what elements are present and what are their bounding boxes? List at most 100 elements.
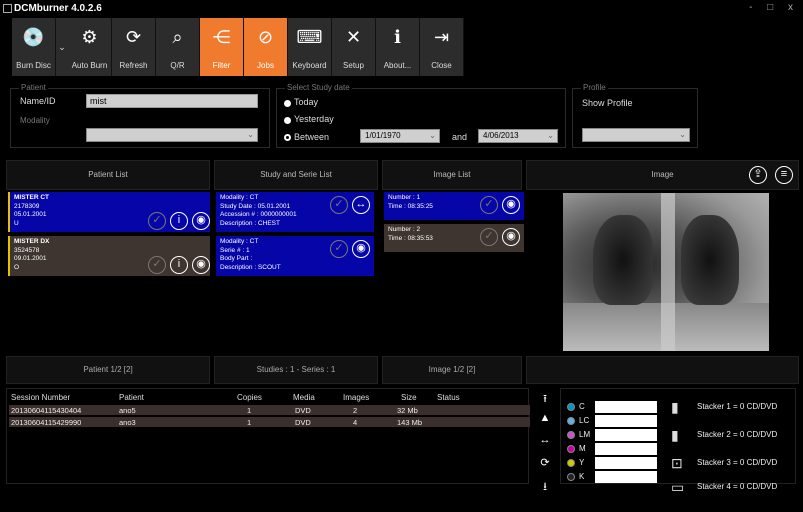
patient-cell: ano3	[119, 418, 136, 427]
filter-button[interactable]: ⋲ Filter	[200, 18, 244, 76]
eye-icon[interactable]: ◉	[192, 256, 210, 274]
date-from-value: 1/01/1970	[365, 131, 401, 140]
chevron-down-icon: ⌄	[429, 131, 436, 140]
toolbar-button-label: Jobs	[257, 61, 274, 70]
move-top-icon[interactable]: ⭱	[536, 390, 554, 409]
disc-icon: 💿	[22, 27, 45, 47]
toolbar-button-label: Burn Disc	[16, 61, 51, 70]
window-controls[interactable]: - □ x	[749, 2, 799, 13]
stacker-status: Stacker 4 = 0 CD/DVD	[697, 482, 778, 491]
close-button[interactable]: ⇥ Close	[420, 18, 464, 76]
eye-icon[interactable]: ◉	[352, 240, 370, 258]
check-icon[interactable]: ✓	[330, 240, 348, 258]
column-header[interactable]: Copies	[237, 393, 262, 402]
ink-m-icon	[567, 445, 575, 453]
show-profile-label[interactable]: Show Profile	[582, 98, 633, 108]
column-header[interactable]: Media	[293, 393, 315, 402]
stacker-icon: ⊡	[671, 455, 683, 471]
about-button[interactable]: ℹ About...	[376, 18, 420, 76]
info-icon[interactable]: i	[170, 212, 188, 230]
check-icon[interactable]: ✓	[330, 196, 348, 214]
table-row[interactable]: 20130604115429990 ano3 1 DVD 4 143 Mb	[9, 417, 530, 427]
filter-icon: ⋲	[212, 27, 231, 47]
jobs-button[interactable]: ⊘ Jobs	[244, 18, 288, 76]
date-from-select[interactable]: 1/01/1970 ⌄	[360, 129, 440, 143]
swap-icon[interactable]: ↔	[536, 434, 554, 446]
jobs-table: Session Number Patient Copies Media Imag…	[6, 388, 530, 484]
eye-icon[interactable]: ◉	[192, 212, 210, 230]
modality-select[interactable]: ⌄	[86, 128, 258, 142]
move-down-icon[interactable]: ⭳	[536, 478, 554, 497]
column-header[interactable]: Images	[343, 393, 369, 402]
check-icon[interactable]: ✓	[480, 228, 498, 246]
session-cell: 20130604115430404	[11, 406, 82, 415]
check-icon[interactable]: ✓	[480, 196, 498, 214]
eye-icon[interactable]: ◉	[502, 228, 520, 246]
keyboard-button[interactable]: ⌨ Keyboard	[288, 18, 332, 76]
and-label: and	[452, 132, 468, 142]
session-cell: 20130604115429990	[11, 418, 82, 427]
study-card[interactable]: Modality : CT Study Date : 05.01.2001 Ac…	[216, 192, 374, 232]
ink-level-bar	[595, 415, 657, 427]
radio-today[interactable]	[284, 100, 291, 107]
retry-icon[interactable]: ⟳	[536, 456, 554, 469]
patient-card[interactable]: MISTER CT 2178309 05.01.2001 U ✓ i ◉	[8, 192, 210, 232]
xray-image-preview[interactable]	[563, 193, 769, 351]
refresh-button[interactable]: ⟳ Refresh	[112, 18, 156, 76]
check-icon[interactable]: ✓	[148, 212, 166, 230]
ink-y-icon	[567, 459, 575, 467]
copies-cell: 1	[247, 406, 252, 415]
size-cell: 143 Mb	[397, 418, 423, 427]
check-icon[interactable]: ✓	[148, 256, 166, 274]
image-number: Number : 1	[388, 194, 421, 201]
eye-icon[interactable]: ◉	[502, 196, 520, 214]
setup-button[interactable]: ✕ Setup	[332, 18, 376, 76]
ink-label: Y	[579, 458, 585, 467]
stacker-status: Stacker 2 = 0 CD/DVD	[697, 430, 778, 439]
xray-lung-right	[681, 215, 739, 305]
profile-group-label: Profile	[581, 83, 608, 92]
image-time: Time : 08:35:53	[388, 234, 433, 242]
toolbar-button-label: Keyboard	[292, 61, 327, 70]
name-label: Name/ID	[20, 96, 56, 106]
table-row[interactable]: 20130604115430404 ano5 1 DVD 2 32 Mb	[9, 405, 530, 415]
profile-select[interactable]: ⌄	[582, 128, 690, 142]
xray-lung-left	[593, 215, 653, 305]
study-list-header: Study and Serie List	[214, 160, 378, 190]
column-header[interactable]: Patient	[119, 393, 144, 402]
auto-burn-button[interactable]: ⚙ Auto Burn	[68, 18, 112, 76]
ink-label: M	[579, 444, 586, 453]
exit-icon: ⇥	[433, 27, 450, 47]
info-icon[interactable]: i	[170, 256, 188, 274]
burn-disc-button[interactable]: 💿 Burn Disc	[12, 18, 56, 76]
patient-cell: ano5	[119, 406, 136, 415]
column-header[interactable]: Status	[437, 393, 460, 402]
column-header[interactable]: Session Number	[11, 393, 70, 402]
stacker-icon: ▭	[671, 479, 685, 495]
ink-label: C	[579, 402, 585, 411]
ink-level-bar	[595, 471, 657, 483]
media-cell: DVD	[295, 406, 311, 415]
app-title: DCMburner 4.0.2.6	[14, 3, 102, 14]
date-to-select[interactable]: 4/06/2013 ⌄	[478, 129, 558, 143]
patient-card[interactable]: MISTER DX 3524578 09.01.2001 O ✓ i ◉	[8, 236, 210, 276]
expand-icon[interactable]: ↔	[352, 196, 370, 214]
image-card[interactable]: Number : 1 Time : 08:35:25 ✓ ◉	[384, 192, 524, 220]
menu-icon[interactable]: ≡	[775, 166, 793, 184]
app-icon	[3, 4, 12, 13]
series-line: Description : SCOUT	[220, 263, 281, 271]
series-card[interactable]: Modality : CT Serie # : 1 Body Part : De…	[216, 236, 374, 276]
tools-icon: ✕	[345, 27, 362, 47]
radio-between[interactable]	[284, 134, 291, 141]
export-image-icon[interactable]: ⇪	[749, 166, 767, 184]
ink-level-bar	[595, 443, 657, 455]
radio-yesterday[interactable]	[284, 117, 291, 124]
column-header[interactable]: Size	[401, 393, 417, 402]
toolbar-button-label: About...	[383, 61, 412, 70]
burn-options-dropdown[interactable]: ⌄	[56, 18, 68, 76]
move-up-icon[interactable]: ▲	[536, 412, 554, 424]
ink-level-bar	[595, 429, 657, 441]
q-r-button[interactable]: ⌕ Q/R	[156, 18, 200, 76]
name-input[interactable]: mist	[86, 94, 258, 108]
image-card[interactable]: Number : 2 Time : 08:35:53 ✓ ◉	[384, 224, 524, 252]
